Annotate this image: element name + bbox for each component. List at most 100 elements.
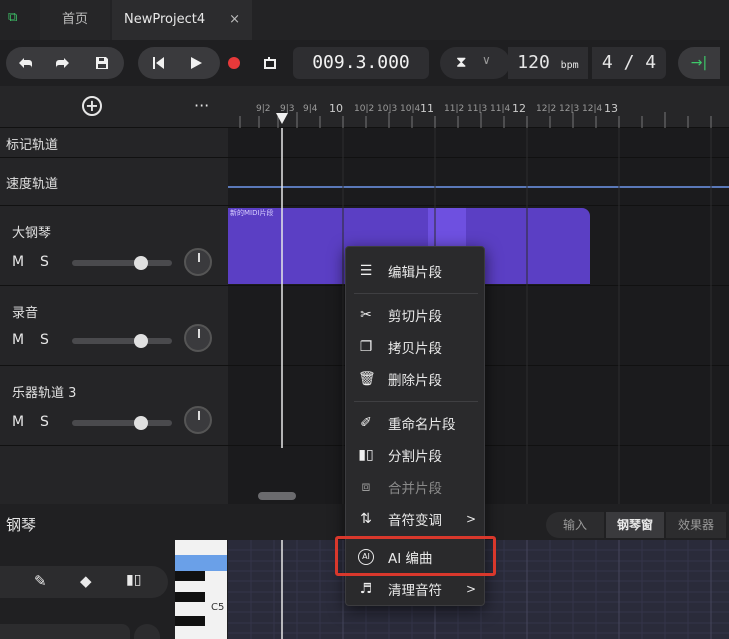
menu-item-delete[interactable]: 🗑 删除片段 <box>346 363 486 395</box>
track-name: 乐器轨道 3 <box>12 386 77 401</box>
volume-slider[interactable] <box>72 334 172 348</box>
slider-handle[interactable] <box>134 416 148 430</box>
pan-knob[interactable] <box>184 248 212 276</box>
transpose-icon: ⇅ <box>360 511 372 527</box>
play-button[interactable] <box>180 47 212 79</box>
copy-icon: ❐ <box>359 339 373 355</box>
menu-divider <box>354 293 478 294</box>
tab-piano-roll[interactable]: 钢琴窗 <box>606 512 664 538</box>
ruler-tick: 10|3 <box>377 104 398 114</box>
menu-item-split[interactable]: ▮▯ 分割片段 <box>346 439 486 471</box>
slider-handle[interactable] <box>134 256 148 270</box>
tab-home[interactable]: 首页 <box>40 0 110 40</box>
loop-button[interactable] <box>254 47 286 79</box>
save-button[interactable] <box>86 47 118 79</box>
jump-end-button[interactable]: →| <box>678 47 720 79</box>
menu-item-label: 编辑片段 <box>388 265 442 281</box>
redo-button[interactable] <box>46 47 78 79</box>
more-options-icon[interactable]: ··· <box>194 96 209 115</box>
menu-item-cut[interactable]: ✂ 剪切片段 <box>346 299 486 331</box>
menu-item-rename[interactable]: ✐ 重命名片段 <box>346 407 486 439</box>
menu-item-label: 清理音符 <box>388 583 442 599</box>
ruler-tick: 9|2 <box>256 104 271 114</box>
mute-button[interactable]: M <box>12 332 30 348</box>
mute-button[interactable]: M <box>12 254 30 270</box>
ruler-tick: 12|2 <box>536 104 557 114</box>
rewind-button[interactable] <box>142 47 174 79</box>
tab-close-icon[interactable]: × <box>229 0 240 40</box>
split-tool-icon[interactable]: ▮▯ <box>126 572 141 588</box>
pencil-icon[interactable]: ✎ <box>34 572 47 590</box>
ruler-tick: 9|4 <box>303 104 318 114</box>
save-icon <box>96 57 108 69</box>
menu-item-label: 删除片段 <box>388 373 442 389</box>
menu-item-transpose[interactable]: ⇅ 音符变调 > <box>346 503 486 535</box>
active-key <box>175 555 227 571</box>
redo-icon <box>56 58 69 68</box>
list-icon: ☰ <box>359 263 373 279</box>
undo-button[interactable] <box>10 47 42 79</box>
marker-track-header[interactable]: 标记轨道 <box>0 128 228 158</box>
app-logo-icon: ⧉ <box>8 10 18 25</box>
track-name: 速度轨道 <box>6 177 59 192</box>
track-name: 标记轨道 <box>6 138 59 153</box>
merge-icon: ⧈ <box>361 479 371 495</box>
eraser-icon[interactable]: ◆ <box>80 572 92 590</box>
loop-icon <box>264 57 276 69</box>
tab-project[interactable]: NewProject4 × <box>112 0 252 40</box>
metronome-icon: ⧗ <box>456 53 467 71</box>
tempo-field[interactable]: 120 bpm <box>508 47 588 79</box>
lower-control[interactable] <box>0 624 130 639</box>
note-label: C5 <box>211 602 225 613</box>
volume-slider[interactable] <box>72 416 172 430</box>
mute-button[interactable]: M <box>12 414 30 430</box>
time-signature-field[interactable]: 4 / 4 <box>592 47 666 79</box>
ruler-tick: 12 <box>512 102 526 115</box>
metronome-button[interactable]: ⧗ ∨ <box>440 47 510 79</box>
track-name: 大钢琴 <box>12 226 52 241</box>
jump-end-icon: →| <box>690 55 708 71</box>
transport-toolbar: 009.3.000 ⧗ ∨ 120 bpm 4 / 4 →| <box>0 40 729 86</box>
track-list-empty <box>0 446 228 504</box>
submenu-arrow-icon: > <box>465 582 476 596</box>
tab-effects[interactable]: 效果器 <box>666 512 726 538</box>
ruler-tick: 10|2 <box>354 104 375 114</box>
clean-icon: ♬ <box>359 581 373 597</box>
black-key <box>175 616 205 626</box>
tempo-track-header[interactable]: 速度轨道 <box>0 158 228 206</box>
pan-knob[interactable] <box>184 406 212 434</box>
lower-button[interactable] <box>134 624 160 639</box>
solo-button[interactable]: S <box>40 254 55 270</box>
track-name: 录音 <box>12 306 39 321</box>
ruler-tick: 11 <box>420 102 434 115</box>
track-header-recording[interactable]: 录音 M S <box>0 286 228 366</box>
pan-knob[interactable] <box>184 324 212 352</box>
trash-icon: 🗑 <box>358 371 376 387</box>
add-track-icon[interactable]: + <box>82 96 102 116</box>
cut-icon: ✂ <box>360 307 372 323</box>
ruler-tick: 12|4 <box>582 104 603 114</box>
solo-button[interactable]: S <box>40 332 55 348</box>
menu-item-edit[interactable]: ☰ 编辑片段 <box>346 255 486 287</box>
menu-item-clean-notes[interactable]: ♬ 清理音符 > <box>346 573 486 605</box>
tab-input[interactable]: 输入 <box>546 512 604 538</box>
solo-button[interactable]: S <box>40 414 55 430</box>
tab-project-label: NewProject4 <box>124 12 206 27</box>
ruler-tick: 11|3 <box>467 104 488 114</box>
play-icon <box>191 57 202 69</box>
slider-handle[interactable] <box>134 334 148 348</box>
tab-bar: ⧉ 首页 NewProject4 × <box>0 0 729 40</box>
record-button[interactable] <box>218 47 250 79</box>
track-header-instrument-3[interactable]: 乐器轨道 3 M S <box>0 366 228 446</box>
position-display[interactable]: 009.3.000 <box>293 47 429 79</box>
menu-item-label: 分割片段 <box>388 449 442 465</box>
track-header-bar: + ··· <box>0 86 228 128</box>
menu-item-copy[interactable]: ❐ 拷贝片段 <box>346 331 486 363</box>
highlight-box <box>335 536 496 576</box>
piano-keyboard[interactable]: C5 <box>175 540 227 639</box>
ruler-tick: 10|4 <box>400 104 421 114</box>
track-header-grand-piano[interactable]: 大钢琴 M S <box>0 206 228 286</box>
menu-item-label: 重命名片段 <box>388 417 456 433</box>
menu-item-label: 合并片段 <box>388 481 442 497</box>
volume-slider[interactable] <box>72 256 172 270</box>
